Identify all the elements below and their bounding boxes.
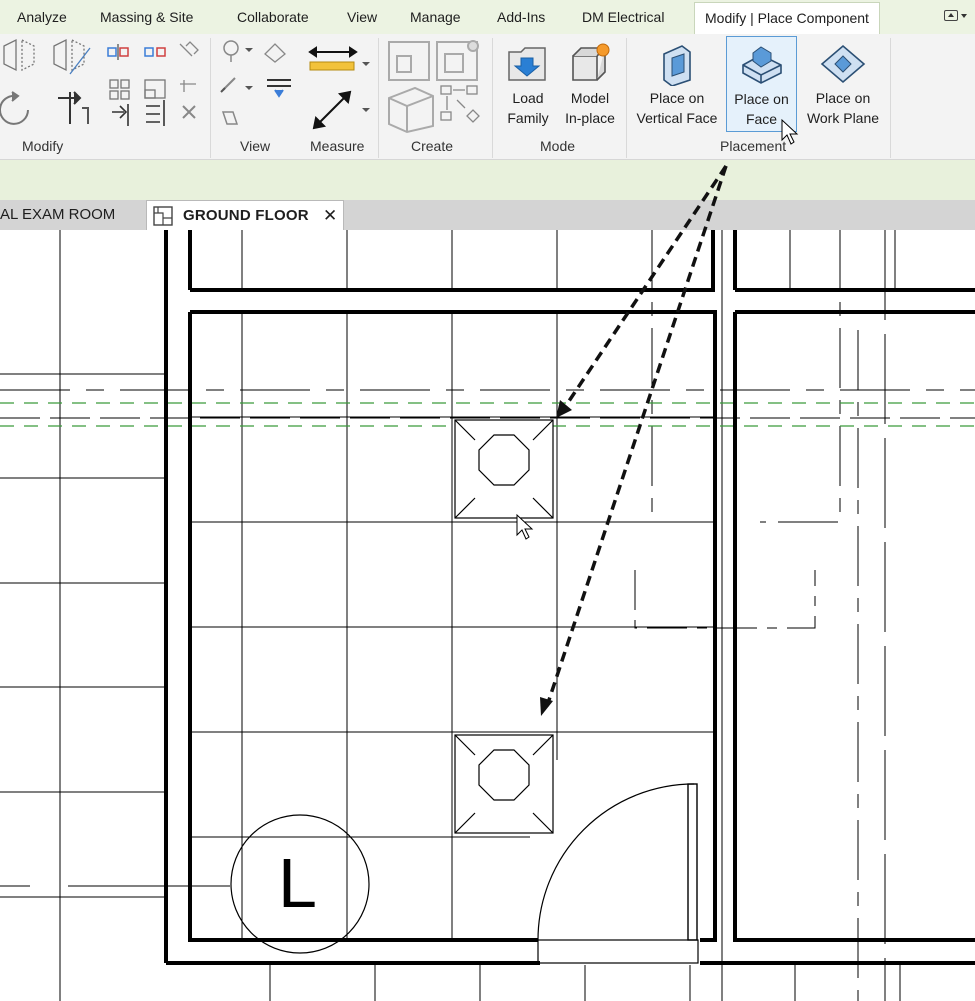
tab-manage[interactable]: Manage bbox=[410, 0, 461, 34]
ribbon: Modify View Measure Create Load Family M… bbox=[0, 34, 975, 160]
drawing-canvas[interactable]: L bbox=[0, 230, 975, 1001]
view-tab-exam-room[interactable]: AL EXAM ROOM bbox=[0, 200, 115, 230]
trim-extend-multiple-icon[interactable] bbox=[146, 100, 165, 126]
cut-profile-icon[interactable] bbox=[221, 111, 239, 125]
chevron-down-icon[interactable] bbox=[961, 14, 967, 18]
mirror-pick-axis-icon[interactable] bbox=[3, 38, 35, 72]
place-on-work-plane-button[interactable]: Place on Work Plane bbox=[798, 36, 888, 132]
panel-label-placement: Placement bbox=[720, 138, 787, 154]
load-family-icon bbox=[508, 47, 546, 81]
door bbox=[537, 783, 699, 964]
light-fixture[interactable] bbox=[454, 419, 554, 519]
measure-between-points-icon[interactable] bbox=[308, 46, 358, 58]
create-parts-icon[interactable] bbox=[436, 40, 479, 81]
work-plane-label-line2: Work Plane bbox=[806, 110, 880, 126]
chevron-down-icon[interactable] bbox=[362, 62, 370, 66]
delete-icon[interactable] bbox=[182, 105, 196, 119]
chevron-down-icon[interactable] bbox=[362, 108, 370, 112]
create-similar-icon[interactable] bbox=[440, 85, 480, 123]
pin-icon[interactable] bbox=[180, 80, 196, 92]
room-tag-label: L bbox=[278, 844, 317, 922]
unpin-icon[interactable] bbox=[179, 41, 199, 57]
options-bar bbox=[0, 160, 975, 200]
work-plane-label-line1: Place on bbox=[815, 90, 871, 106]
panel-label-modify: Modify bbox=[22, 138, 64, 154]
ribbon-tab-bar: Analyze Massing & Site Collaborate View … bbox=[0, 0, 975, 34]
panel-label-mode: Mode bbox=[540, 138, 576, 154]
tab-collaborate[interactable]: Collaborate bbox=[237, 0, 309, 34]
tab-add-ins[interactable]: Add-Ins bbox=[497, 0, 545, 34]
ceiling-grid bbox=[0, 230, 901, 1001]
scale-icon[interactable] bbox=[144, 79, 166, 99]
tab-massing-site[interactable]: Massing & Site bbox=[100, 0, 193, 34]
trim-extend-single-icon[interactable] bbox=[112, 104, 129, 126]
place-on-face-button[interactable]: Place on Face bbox=[726, 36, 797, 132]
chevron-down-icon[interactable] bbox=[245, 86, 253, 90]
hide-in-view-icon[interactable] bbox=[223, 40, 239, 62]
split-gap-icon[interactable] bbox=[144, 47, 166, 57]
model-in-place-icon bbox=[572, 43, 610, 81]
minimize-ribbon-icon[interactable] bbox=[944, 10, 958, 21]
linework-icon[interactable] bbox=[267, 79, 291, 98]
tab-dm-electrical[interactable]: DM Electrical bbox=[582, 0, 664, 34]
tab-view[interactable]: View bbox=[347, 0, 377, 34]
load-family-button[interactable]: Load Family bbox=[498, 36, 558, 132]
model-in-place-label-line1: Model bbox=[570, 90, 610, 106]
trim-extend-icon[interactable] bbox=[58, 91, 89, 124]
floor-plan bbox=[0, 230, 975, 1001]
tab-modify-place-component[interactable]: Modify | Place Component bbox=[694, 2, 880, 34]
hidden-lines bbox=[0, 230, 975, 1001]
split-element-icon[interactable] bbox=[107, 44, 129, 60]
create-group-icon[interactable] bbox=[388, 86, 434, 134]
ruler-icon[interactable] bbox=[309, 61, 355, 71]
panel-divider bbox=[890, 38, 891, 158]
face-icon bbox=[741, 46, 782, 84]
panel-divider bbox=[378, 38, 379, 158]
work-plane-icon bbox=[820, 44, 866, 84]
measure-tools bbox=[308, 46, 370, 130]
view-tools bbox=[220, 40, 291, 125]
light-fixture[interactable] bbox=[454, 734, 554, 834]
create-assembly-icon[interactable] bbox=[388, 41, 430, 81]
panel-divider bbox=[626, 38, 627, 158]
model-in-place-button[interactable]: Model In-place bbox=[558, 36, 622, 132]
load-family-label-line1: Load bbox=[512, 90, 544, 106]
vertical-face-label-line1: Place on bbox=[649, 90, 705, 106]
array-icon[interactable] bbox=[109, 79, 130, 100]
vertical-face-icon bbox=[663, 45, 691, 86]
create-tools bbox=[388, 40, 480, 134]
paint-icon[interactable] bbox=[220, 77, 236, 93]
place-on-vertical-face-button[interactable]: Place on Vertical Face bbox=[631, 36, 723, 132]
modify-tools bbox=[0, 38, 199, 126]
panel-divider bbox=[210, 38, 211, 158]
panel-divider bbox=[492, 38, 493, 158]
override-graphics-icon[interactable] bbox=[264, 43, 286, 63]
view-tab-bar: AL EXAM ROOM GROUND FLOOR ✕ bbox=[0, 200, 975, 230]
mirror-draw-axis-icon[interactable] bbox=[53, 38, 91, 75]
load-family-label-line2: Family bbox=[507, 110, 549, 126]
panel-label-create: Create bbox=[411, 138, 454, 154]
rotate-icon[interactable] bbox=[0, 91, 29, 125]
panel-label-measure: Measure bbox=[310, 138, 365, 154]
close-icon[interactable]: ✕ bbox=[323, 201, 337, 231]
floor-plan-icon bbox=[153, 206, 173, 226]
chevron-down-icon[interactable] bbox=[245, 48, 253, 52]
face-label-line1: Place on bbox=[734, 91, 789, 107]
view-tab-title: GROUND FLOOR bbox=[183, 207, 309, 224]
panel-label-view: View bbox=[240, 138, 271, 154]
face-label-line2: Face bbox=[745, 111, 778, 127]
aligned-dimension-icon[interactable] bbox=[312, 90, 352, 130]
tab-analyze[interactable]: Analyze bbox=[17, 0, 67, 34]
view-tab-ground-floor[interactable]: GROUND FLOOR ✕ bbox=[146, 200, 344, 230]
vertical-face-label-line2: Vertical Face bbox=[636, 110, 718, 126]
model-in-place-label-line2: In-place bbox=[565, 110, 615, 126]
